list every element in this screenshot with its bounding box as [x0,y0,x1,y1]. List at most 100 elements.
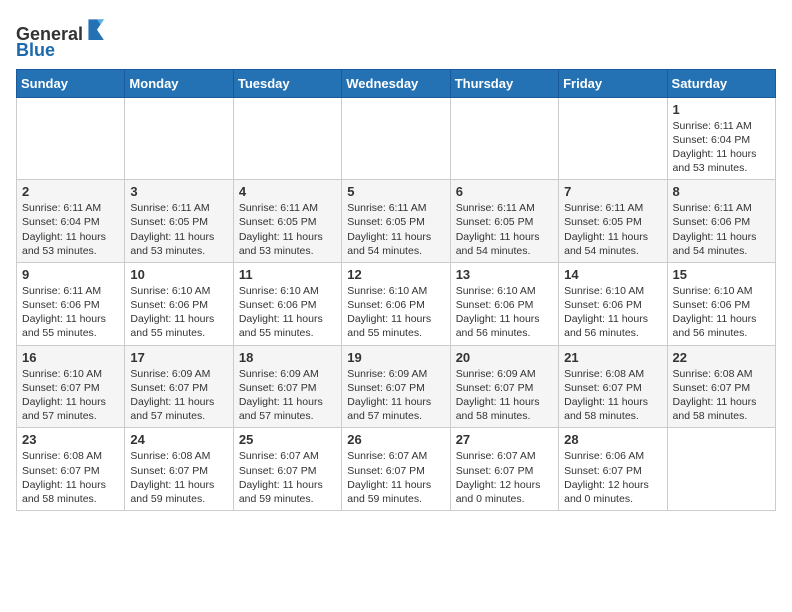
calendar-cell: 27 Sunrise: 6:07 AM Sunset: 6:07 PM Dayli… [450,428,558,511]
day-info: Sunrise: 6:08 AM Sunset: 6:07 PM Dayligh… [22,449,119,506]
calendar-cell: 26 Sunrise: 6:07 AM Sunset: 6:07 PM Dayli… [342,428,450,511]
day-number: 1 [673,102,770,117]
day-number: 13 [456,267,553,282]
day-number: 6 [456,184,553,199]
calendar-cell: 4 Sunrise: 6:11 AM Sunset: 6:05 PM Daylig… [233,180,341,263]
calendar-cell [559,97,667,180]
calendar-cell: 21 Sunrise: 6:08 AM Sunset: 6:07 PM Dayli… [559,345,667,428]
day-number: 23 [22,432,119,447]
calendar-cell: 14 Sunrise: 6:10 AM Sunset: 6:06 PM Dayli… [559,262,667,345]
calendar-cell: 28 Sunrise: 6:06 AM Sunset: 6:07 PM Dayli… [559,428,667,511]
logo-flag-icon [85,16,109,40]
calendar-cell: 8 Sunrise: 6:11 AM Sunset: 6:06 PM Daylig… [667,180,775,263]
calendar-cell: 20 Sunrise: 6:09 AM Sunset: 6:07 PM Dayli… [450,345,558,428]
day-info: Sunrise: 6:08 AM Sunset: 6:07 PM Dayligh… [564,367,661,424]
day-number: 4 [239,184,336,199]
day-number: 15 [673,267,770,282]
calendar-cell [342,97,450,180]
calendar-cell: 16 Sunrise: 6:10 AM Sunset: 6:07 PM Dayli… [17,345,125,428]
day-info: Sunrise: 6:11 AM Sunset: 6:05 PM Dayligh… [239,201,336,258]
day-info: Sunrise: 6:11 AM Sunset: 6:06 PM Dayligh… [22,284,119,341]
day-info: Sunrise: 6:06 AM Sunset: 6:07 PM Dayligh… [564,449,661,506]
calendar-cell: 11 Sunrise: 6:10 AM Sunset: 6:06 PM Dayli… [233,262,341,345]
calendar-cell: 23 Sunrise: 6:08 AM Sunset: 6:07 PM Dayli… [17,428,125,511]
day-number: 9 [22,267,119,282]
day-info: Sunrise: 6:10 AM Sunset: 6:06 PM Dayligh… [130,284,227,341]
day-info: Sunrise: 6:07 AM Sunset: 6:07 PM Dayligh… [456,449,553,506]
calendar-cell: 12 Sunrise: 6:10 AM Sunset: 6:06 PM Dayli… [342,262,450,345]
day-number: 14 [564,267,661,282]
calendar-cell [450,97,558,180]
day-number: 10 [130,267,227,282]
calendar-cell: 3 Sunrise: 6:11 AM Sunset: 6:05 PM Daylig… [125,180,233,263]
calendar-cell: 1 Sunrise: 6:11 AM Sunset: 6:04 PM Daylig… [667,97,775,180]
calendar-table: SundayMondayTuesdayWednesdayThursdayFrid… [16,69,776,511]
day-info: Sunrise: 6:07 AM Sunset: 6:07 PM Dayligh… [347,449,444,506]
day-number: 25 [239,432,336,447]
day-number: 5 [347,184,444,199]
day-number: 18 [239,350,336,365]
dow-header-saturday: Saturday [667,69,775,97]
logo-blue: Blue [16,40,55,60]
day-info: Sunrise: 6:09 AM Sunset: 6:07 PM Dayligh… [239,367,336,424]
calendar-cell: 2 Sunrise: 6:11 AM Sunset: 6:04 PM Daylig… [17,180,125,263]
day-number: 26 [347,432,444,447]
day-info: Sunrise: 6:11 AM Sunset: 6:04 PM Dayligh… [673,119,770,176]
calendar-cell [125,97,233,180]
calendar-cell: 5 Sunrise: 6:11 AM Sunset: 6:05 PM Daylig… [342,180,450,263]
logo: General Blue [16,16,109,61]
day-number: 7 [564,184,661,199]
calendar-cell: 18 Sunrise: 6:09 AM Sunset: 6:07 PM Dayli… [233,345,341,428]
day-info: Sunrise: 6:11 AM Sunset: 6:05 PM Dayligh… [564,201,661,258]
day-info: Sunrise: 6:10 AM Sunset: 6:07 PM Dayligh… [22,367,119,424]
calendar-cell: 24 Sunrise: 6:08 AM Sunset: 6:07 PM Dayli… [125,428,233,511]
day-info: Sunrise: 6:11 AM Sunset: 6:05 PM Dayligh… [456,201,553,258]
day-info: Sunrise: 6:10 AM Sunset: 6:06 PM Dayligh… [564,284,661,341]
day-number: 27 [456,432,553,447]
day-info: Sunrise: 6:07 AM Sunset: 6:07 PM Dayligh… [239,449,336,506]
day-number: 20 [456,350,553,365]
day-info: Sunrise: 6:08 AM Sunset: 6:07 PM Dayligh… [130,449,227,506]
page-header: General Blue [16,16,776,61]
dow-header-wednesday: Wednesday [342,69,450,97]
day-info: Sunrise: 6:10 AM Sunset: 6:06 PM Dayligh… [347,284,444,341]
day-number: 22 [673,350,770,365]
calendar-cell: 17 Sunrise: 6:09 AM Sunset: 6:07 PM Dayli… [125,345,233,428]
calendar-cell [233,97,341,180]
day-info: Sunrise: 6:09 AM Sunset: 6:07 PM Dayligh… [456,367,553,424]
day-number: 24 [130,432,227,447]
day-info: Sunrise: 6:11 AM Sunset: 6:06 PM Dayligh… [673,201,770,258]
day-number: 3 [130,184,227,199]
day-info: Sunrise: 6:09 AM Sunset: 6:07 PM Dayligh… [130,367,227,424]
day-info: Sunrise: 6:10 AM Sunset: 6:06 PM Dayligh… [239,284,336,341]
calendar-cell: 15Sunrise: 6:10 AM Sunset: 6:06 PM Dayli… [667,262,775,345]
day-number: 2 [22,184,119,199]
calendar-cell: 25 Sunrise: 6:07 AM Sunset: 6:07 PM Dayli… [233,428,341,511]
day-number: 12 [347,267,444,282]
day-number: 19 [347,350,444,365]
day-number: 8 [673,184,770,199]
calendar-cell: 9 Sunrise: 6:11 AM Sunset: 6:06 PM Daylig… [17,262,125,345]
day-info: Sunrise: 6:10 AM Sunset: 6:06 PM Dayligh… [456,284,553,341]
dow-header-thursday: Thursday [450,69,558,97]
day-number: 11 [239,267,336,282]
calendar-cell [667,428,775,511]
dow-header-friday: Friday [559,69,667,97]
day-info: Sunrise: 6:11 AM Sunset: 6:05 PM Dayligh… [347,201,444,258]
calendar-cell: 10 Sunrise: 6:10 AM Sunset: 6:06 PM Dayli… [125,262,233,345]
day-number: 28 [564,432,661,447]
calendar-cell: 7 Sunrise: 6:11 AM Sunset: 6:05 PM Daylig… [559,180,667,263]
dow-header-tuesday: Tuesday [233,69,341,97]
calendar-cell [17,97,125,180]
dow-header-sunday: Sunday [17,69,125,97]
day-number: 17 [130,350,227,365]
day-info: Sunrise: 6:08 AM Sunset: 6:07 PM Dayligh… [673,367,770,424]
calendar-cell: 19 Sunrise: 6:09 AM Sunset: 6:07 PM Dayli… [342,345,450,428]
dow-header-monday: Monday [125,69,233,97]
day-info: Sunrise: 6:11 AM Sunset: 6:05 PM Dayligh… [130,201,227,258]
day-info: Sunrise: 6:09 AM Sunset: 6:07 PM Dayligh… [347,367,444,424]
day-number: 21 [564,350,661,365]
day-info: Sunrise: 6:11 AM Sunset: 6:04 PM Dayligh… [22,201,119,258]
calendar-cell: 22 Sunrise: 6:08 AM Sunset: 6:07 PM Dayli… [667,345,775,428]
day-number: 16 [22,350,119,365]
